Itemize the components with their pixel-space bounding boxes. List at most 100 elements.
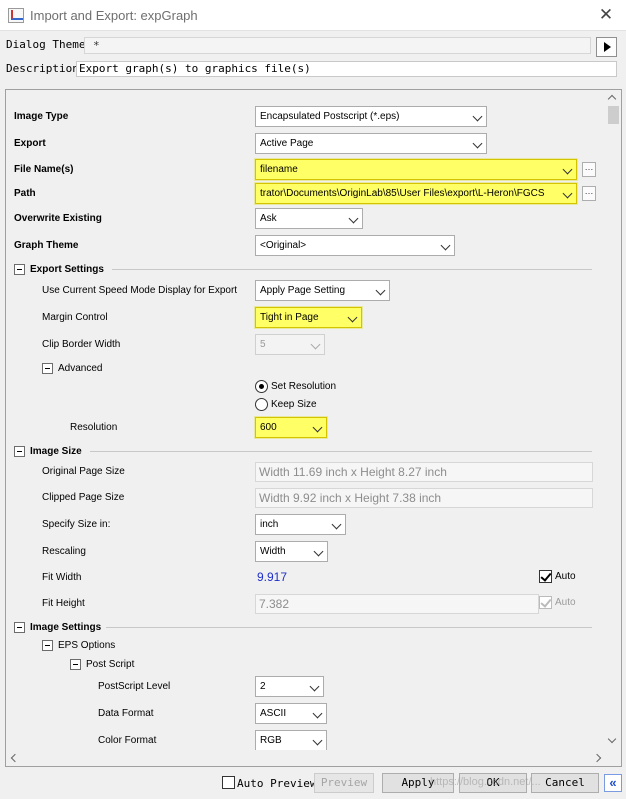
speed-mode-label: Use Current Speed Mode Display for Expor…: [42, 285, 238, 296]
scroll-left-icon[interactable]: [10, 753, 20, 763]
chevron-down-icon: [472, 111, 483, 122]
chevron-down-icon: [312, 708, 323, 719]
fit-width-label: Fit Width: [42, 572, 82, 583]
advanced-collapse-icon[interactable]: [42, 363, 53, 374]
image-size-header: Image Size: [30, 446, 82, 457]
collapse-icon[interactable]: «: [604, 774, 622, 792]
color-format-value: RGB: [260, 735, 282, 746]
chevron-down-icon: [348, 213, 359, 224]
scroll-thumb[interactable]: [608, 106, 619, 124]
dialog-theme-field[interactable]: *: [84, 37, 591, 54]
path-browse-button[interactable]: …: [582, 186, 596, 201]
vertical-scrollbar[interactable]: [606, 90, 621, 750]
title-bar: Import and Export: expGraph ✕: [0, 0, 626, 31]
set-resolution-label: Set Resolution: [271, 381, 337, 392]
fit-height-auto-checkbox: [539, 596, 552, 609]
chevron-down-icon: [347, 312, 358, 323]
margin-control-value: Tight in Page: [260, 312, 319, 323]
divider: [106, 627, 592, 628]
color-format-dropdown[interactable]: RGB: [255, 730, 327, 751]
horizontal-scrollbar[interactable]: [6, 750, 606, 766]
image-type-value: Encapsulated Postscript (*.eps): [260, 111, 400, 122]
fit-height-field: 7.382: [255, 594, 539, 614]
chevron-down-icon: [312, 735, 323, 746]
graph-theme-dropdown[interactable]: <Original>: [255, 235, 455, 256]
chevron-down-icon: [440, 240, 451, 251]
data-format-label: Data Format: [98, 708, 154, 719]
image-settings-header: Image Settings: [30, 622, 102, 633]
export-label: Export: [14, 138, 46, 149]
rescaling-dropdown[interactable]: Width: [255, 541, 328, 562]
chevron-down-icon: [562, 188, 573, 199]
resolution-label: Resolution: [70, 422, 118, 433]
clip-border-label: Clip Border Width: [42, 339, 121, 350]
keep-size-label: Keep Size: [271, 399, 317, 410]
scroll-down-icon[interactable]: [607, 734, 617, 744]
specify-size-value: inch: [260, 519, 279, 530]
chevron-down-icon: [310, 339, 321, 350]
image-settings-collapse-icon[interactable]: [14, 622, 25, 633]
data-format-value: ASCII: [260, 708, 287, 719]
clipped-page-size-field: Width 9.92 inch x Height 7.38 inch: [255, 488, 593, 508]
data-format-dropdown[interactable]: ASCII: [255, 703, 327, 724]
rescaling-label: Rescaling: [42, 546, 86, 557]
file-name-combo[interactable]: filename: [255, 159, 577, 180]
rescaling-value: Width: [260, 546, 286, 557]
close-icon[interactable]: ✕: [596, 5, 616, 25]
speed-mode-dropdown[interactable]: Apply Page Setting: [255, 280, 390, 301]
specify-size-dropdown[interactable]: inch: [255, 514, 346, 535]
file-name-label: File Name(s): [14, 164, 74, 175]
resolution-dropdown[interactable]: 600: [255, 417, 327, 438]
auto-preview-label: Auto Preview: [237, 777, 317, 790]
settings-tree-panel: Image Type Encapsulated Postscript (*.ep…: [5, 89, 622, 767]
export-dropdown[interactable]: Active Page: [255, 133, 487, 154]
chevron-down-icon: [331, 519, 342, 530]
image-type-dropdown[interactable]: Encapsulated Postscript (*.eps): [255, 106, 487, 127]
overwrite-dropdown[interactable]: Ask: [255, 208, 363, 229]
set-resolution-radio[interactable]: [255, 380, 268, 393]
graph-theme-label: Graph Theme: [14, 240, 79, 251]
image-type-label: Image Type: [14, 111, 69, 122]
post-script-header: Post Script: [86, 659, 135, 670]
overwrite-label: Overwrite Existing: [14, 213, 102, 224]
eps-options-collapse-icon[interactable]: [42, 640, 53, 651]
fit-height-label: Fit Height: [42, 598, 85, 609]
scroll-right-icon[interactable]: [592, 753, 602, 763]
preview-button: Preview: [314, 773, 374, 793]
clip-border-value: 5: [260, 339, 266, 350]
chevron-down-icon: [309, 681, 320, 692]
keep-size-radio[interactable]: [255, 398, 268, 411]
export-settings-header: Export Settings: [30, 264, 104, 275]
cancel-button[interactable]: Cancel: [531, 773, 599, 793]
file-name-value: filename: [260, 164, 298, 175]
path-label: Path: [14, 188, 36, 199]
path-combo[interactable]: trator\Documents\OriginLab\85\User Files…: [255, 183, 577, 204]
fit-width-auto-checkbox[interactable]: [539, 570, 552, 583]
scroll-corner: [606, 750, 621, 766]
divider: [90, 451, 592, 452]
fit-width-value[interactable]: 9.917: [257, 570, 287, 584]
app-icon: [8, 8, 24, 23]
file-name-browse-button[interactable]: …: [582, 162, 596, 177]
eps-options-header: EPS Options: [58, 640, 116, 651]
dialog-theme-label: Dialog Theme: [6, 38, 86, 51]
export-settings-collapse-icon[interactable]: [14, 264, 25, 275]
postscript-level-dropdown[interactable]: 2: [255, 676, 324, 697]
divider: [112, 269, 592, 270]
overwrite-value: Ask: [260, 213, 277, 224]
auto-preview-checkbox[interactable]: [222, 776, 235, 789]
chevron-down-icon: [562, 164, 573, 175]
clipped-page-size-label: Clipped Page Size: [42, 492, 125, 503]
scroll-up-icon[interactable]: [607, 94, 617, 104]
fit-width-auto-label: Auto: [555, 571, 576, 582]
original-page-size-label: Original Page Size: [42, 466, 125, 477]
chevron-down-icon: [472, 138, 483, 149]
description-label: Description: [6, 62, 79, 75]
margin-control-dropdown[interactable]: Tight in Page: [255, 307, 362, 328]
fit-height-auto-label: Auto: [555, 597, 576, 608]
theme-menu-button[interactable]: [596, 37, 617, 57]
post-script-collapse-icon[interactable]: [70, 659, 81, 670]
image-size-collapse-icon[interactable]: [14, 446, 25, 457]
advanced-header: Advanced: [58, 363, 103, 374]
export-value: Active Page: [260, 138, 314, 149]
